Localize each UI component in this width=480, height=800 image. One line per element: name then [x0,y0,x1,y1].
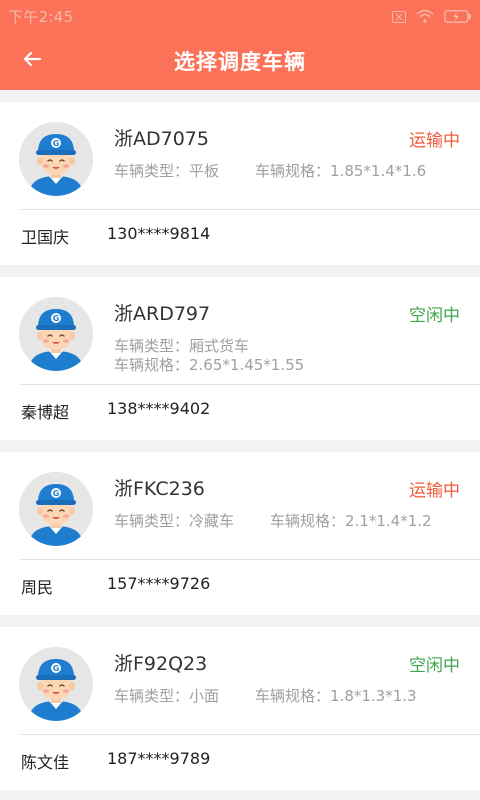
divider [20,209,480,210]
driver-phone: 187****9789 [107,749,211,768]
page-title: 选择调度车辆 [174,50,306,74]
driver-phone: 130****9814 [107,224,211,243]
driver-phone: 157****9726 [107,574,211,593]
vehicle-spec-row: 车辆类型：平板 车辆规格：1.85*1.4*1.6 [114,162,460,181]
vehicle-card[interactable]: G 浙FKC236 运输中 车辆类型：冷藏车 车辆规格：2.1*1.4*1.2 周… [0,452,480,615]
vehicle-size: 车辆规格：2.65*1.45*1.55 [114,356,305,374]
driver-name: 周民 [21,578,54,597]
vehicle-plate: 浙ARD797 [114,303,211,325]
vehicle-type: 车辆类型：冷藏车 [114,512,235,530]
vehicle-plate: 浙AD7075 [114,128,209,150]
driver-name: 秦博超 [21,403,70,422]
vehicle-list: G 浙AD7075 运输中 车辆类型：平板 车辆规格：1.85*1.4*1.6 卫… [0,102,480,800]
driver-name: 陈文佳 [21,753,70,772]
svg-text:G: G [53,139,60,148]
status-time: 下午2:45 [8,8,74,26]
svg-text:G: G [53,314,60,323]
vehicle-plate: 浙FKC236 [114,478,205,500]
divider [20,559,480,560]
vehicle-status: 运输中 [409,481,460,501]
driver-row: 陈文佳 187****9789 [21,749,210,773]
vehicle-spec-row: 车辆类型：厢式货车车辆规格：2.65*1.45*1.55 [114,337,460,375]
vehicle-size: 车辆规格：2.1*1.4*1.2 [270,512,432,530]
vehicle-status: 空闲中 [409,656,460,676]
driver-avatar: G [19,472,93,546]
driver-name: 卫国庆 [21,228,70,247]
driver-avatar: G [19,297,93,371]
vehicle-card[interactable]: G 浙F92Q23 空闲中 车辆类型：小面 车辆规格：1.8*1.3*1.3 陈文… [0,627,480,790]
driver-phone: 138****9402 [107,399,211,418]
vehicle-type: 车辆类型：厢式货车 [114,337,250,355]
vehicle-type: 车辆类型：小面 [114,687,220,705]
svg-text:G: G [53,489,60,498]
driver-avatar: G [19,122,93,196]
divider [20,384,480,385]
status-icons [392,8,472,27]
battery-icon [444,8,472,27]
driver-row: 卫国庆 130****9814 [21,224,210,248]
vehicle-card[interactable]: G 浙AD7075 运输中 车辆类型：平板 车辆规格：1.85*1.4*1.6 卫… [0,102,480,265]
driver-row: 周民 157****9726 [21,574,210,598]
sim-icon [392,8,406,27]
vehicle-type: 车辆类型：平板 [114,162,220,180]
driver-row: 秦博超 138****9402 [21,399,210,423]
vehicle-status: 运输中 [409,131,460,151]
wifi-icon [416,8,434,27]
divider [20,734,480,735]
vehicle-size: 车辆规格：1.8*1.3*1.3 [255,687,417,705]
vehicle-plate: 浙F92Q23 [114,653,208,675]
vehicle-card[interactable]: G 浙ARD797 空闲中 车辆类型：厢式货车车辆规格：2.65*1.45*1.… [0,277,480,440]
vehicle-spec-row: 车辆类型：小面 车辆规格：1.8*1.3*1.3 [114,687,460,706]
svg-text:G: G [53,664,60,673]
vehicle-status: 空闲中 [409,306,460,326]
vehicle-size: 车辆规格：1.85*1.4*1.6 [255,162,427,180]
status-bar: 下午2:45 [0,0,480,32]
vehicle-spec-row: 车辆类型：冷藏车 车辆规格：2.1*1.4*1.2 [114,512,460,531]
driver-avatar: G [19,647,93,721]
app-bar: 选择调度车辆 [0,32,480,90]
